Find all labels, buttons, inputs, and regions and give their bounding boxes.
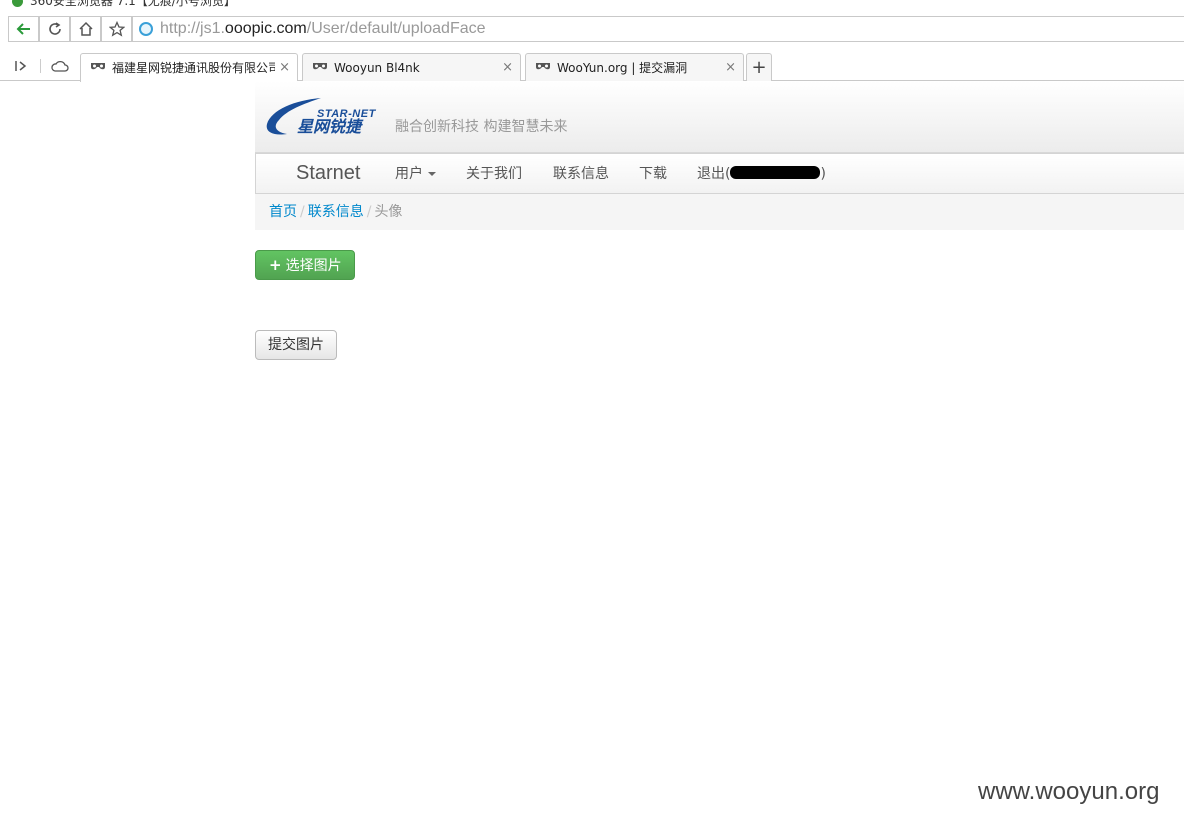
arrow-left-icon	[16, 23, 30, 35]
tab-label: WooYun.org | 提交漏洞	[557, 61, 688, 75]
url-path: /User/default/uploadFace	[306, 20, 486, 37]
home-button[interactable]	[70, 16, 101, 42]
nav-contact-info[interactable]: 联系信息	[553, 165, 609, 183]
nav-about-us[interactable]: 关于我们	[466, 165, 522, 183]
nav-download[interactable]: 下载	[639, 165, 667, 183]
submit-image-button[interactable]: 提交图片	[255, 330, 337, 360]
plus-icon: +	[269, 256, 282, 274]
breadcrumb-divider: /	[366, 204, 372, 220]
url-host: ooopic.com	[224, 20, 307, 37]
sidebar-expand-icon	[15, 61, 27, 71]
breadcrumb: 首页 / 联系信息 / 头像	[255, 194, 1184, 230]
refresh-icon	[48, 22, 61, 35]
favorite-button[interactable]	[101, 16, 132, 42]
watermark: www.wooyun.org	[978, 778, 1160, 805]
select-image-label: 选择图片	[285, 258, 342, 274]
logo-chinese: 星网锐捷	[297, 117, 362, 136]
main-navbar: Starnet 用户 关于我们 联系信息 下载 退出()	[255, 153, 1184, 194]
starnet-logo[interactable]: STAR-NET 星网锐捷	[265, 96, 385, 138]
tab-close-icon[interactable]: ×	[279, 61, 290, 74]
site-identity-icon	[139, 22, 153, 36]
tab-starnet[interactable]: 福建星网锐捷通讯股份有限公司 ×	[80, 53, 298, 82]
tab-close-icon[interactable]: ×	[502, 61, 513, 74]
redacted-username	[730, 166, 821, 179]
cloud-button[interactable]	[51, 57, 69, 75]
tab-label: 福建星网锐捷通讯股份有限公司	[112, 61, 275, 75]
star-icon	[108, 21, 125, 37]
tab-strip: 福建星网锐捷通讯股份有限公司 × Wooyun Bl4nk × WooYun.o…	[0, 49, 1184, 82]
tab-label: Wooyun Bl4nk	[334, 61, 420, 75]
logout-prefix: 退出(	[697, 166, 731, 182]
nav-user-label: 用户	[395, 166, 423, 182]
site-header: STAR-NET 星网锐捷 融合创新科技 构建智慧未来	[255, 81, 1184, 153]
navbar-brand[interactable]: Starnet	[296, 162, 360, 184]
nav-user-dropdown[interactable]: 用户	[395, 165, 436, 183]
browser-logo-icon	[12, 0, 23, 7]
mask-icon	[313, 63, 327, 70]
slogan: 融合创新科技 构建智慧未来	[395, 119, 568, 135]
tab-strip-divider	[40, 59, 41, 73]
window-title-bar: 360安全浏览器 7.1【无痕/小号浏览】	[0, 0, 1184, 9]
breadcrumb-contact-info[interactable]: 联系信息	[308, 204, 364, 220]
address-bar[interactable]: http://js1.ooopic.com/User/default/uploa…	[132, 16, 1184, 42]
browser-toolbar: http://js1.ooopic.com/User/default/uploa…	[0, 9, 1184, 49]
logout-suffix: )	[820, 166, 826, 182]
tab-wooyun-bl4nk[interactable]: Wooyun Bl4nk ×	[302, 53, 521, 81]
nav-logout[interactable]: 退出()	[697, 165, 826, 183]
home-icon	[78, 21, 93, 36]
tab-close-icon[interactable]: ×	[725, 61, 736, 74]
back-button[interactable]	[8, 16, 39, 42]
tab-wooyun-submit[interactable]: WooYun.org | 提交漏洞 ×	[525, 53, 744, 81]
url-text[interactable]: http://js1.ooopic.com/User/default/uploa…	[160, 20, 486, 38]
new-tab-button[interactable]: +	[746, 53, 772, 81]
cloud-icon	[51, 60, 69, 72]
breadcrumb-current: 头像	[374, 204, 403, 220]
url-prefix: http://js1.	[160, 20, 225, 37]
breadcrumb-home[interactable]: 首页	[269, 204, 297, 220]
select-image-button[interactable]: + 选择图片	[255, 250, 355, 280]
window-title: 360安全浏览器 7.1【无痕/小号浏览】	[30, 0, 236, 8]
refresh-button[interactable]	[39, 16, 70, 42]
breadcrumb-divider: /	[300, 204, 305, 220]
mask-icon	[536, 63, 550, 70]
mask-icon	[91, 63, 105, 70]
caret-down-icon	[428, 172, 436, 176]
sidebar-toggle-button[interactable]	[12, 57, 30, 75]
